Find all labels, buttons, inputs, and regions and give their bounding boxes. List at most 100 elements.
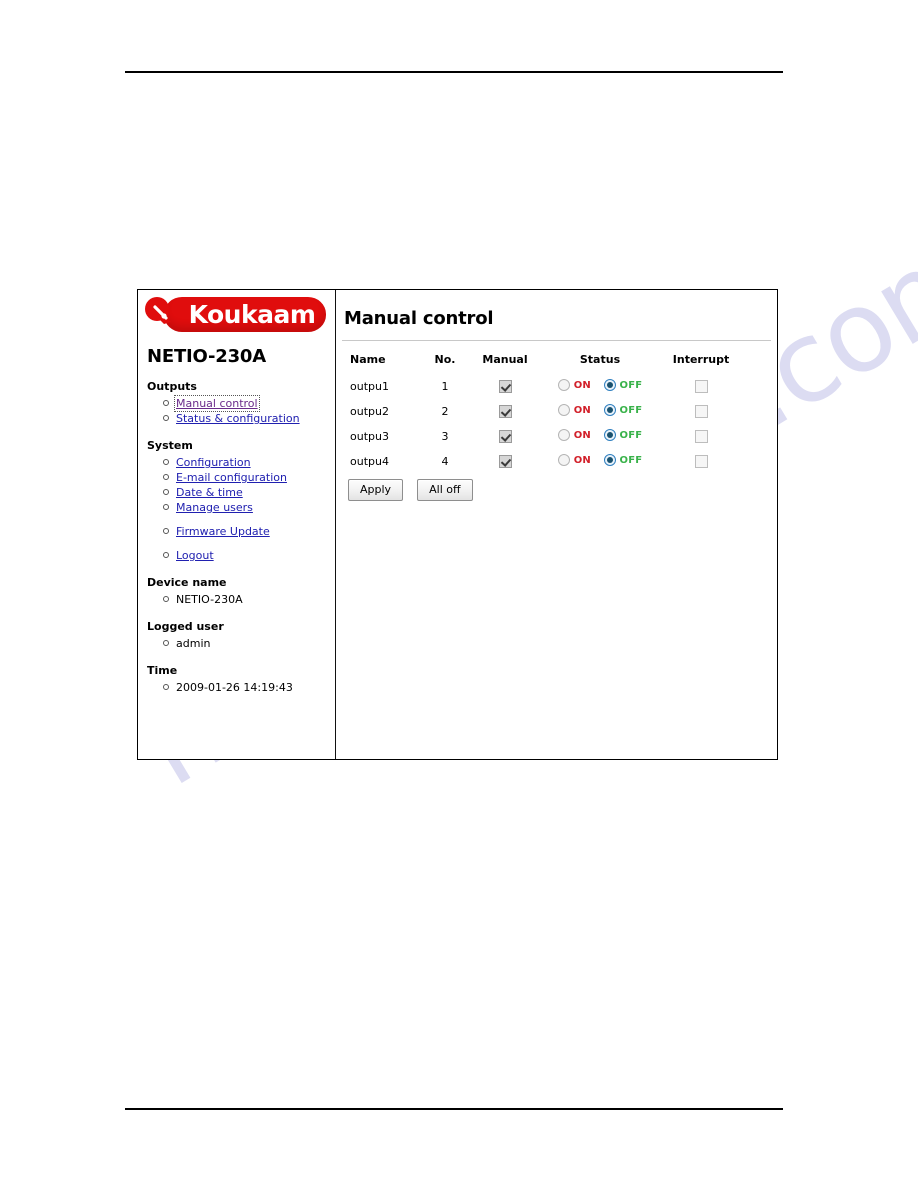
sidebar-item-configuration[interactable]: Configuration (163, 455, 335, 470)
status-off-option[interactable]: OFF (603, 454, 643, 466)
status-on-label: ON (573, 454, 591, 466)
sidebar-link-configuration[interactable]: Configuration (176, 456, 251, 469)
status-off-radio[interactable] (603, 454, 616, 466)
sidebar-link-manual-control[interactable]: Manual control (174, 395, 260, 412)
table-row: outpu1 1 ON OFF (340, 374, 744, 399)
status-on-option[interactable]: ON (557, 404, 591, 416)
interrupt-checkbox[interactable] (694, 430, 708, 444)
sidebar-link-manage-users[interactable]: Manage users (176, 501, 253, 514)
logged-user-value: admin (176, 637, 211, 650)
sidebar-item-email-configuration[interactable]: E-mail configuration (163, 470, 335, 485)
sidebar-section-device-name: Device name NETIO-230A (138, 576, 335, 607)
status-on-radio[interactable] (557, 429, 570, 441)
status-cell: ON OFF (542, 424, 658, 449)
status-on-option[interactable]: ON (557, 429, 591, 441)
interrupt-cell (658, 449, 744, 474)
bullet-icon (163, 528, 169, 534)
output-name: outpu4 (350, 455, 389, 468)
status-on-option[interactable]: ON (557, 379, 591, 391)
status-off-option[interactable]: OFF (603, 379, 643, 391)
sidebar-list-system: Configuration E-mail configuration Date … (138, 455, 335, 563)
output-number: 4 (441, 455, 449, 468)
bullet-icon (163, 684, 169, 690)
status-off-radio[interactable] (603, 404, 616, 416)
bullet-icon (163, 459, 169, 465)
output-name: outpu1 (350, 380, 389, 393)
status-on-radio[interactable] (557, 379, 570, 391)
device-name-value: NETIO-230A (176, 593, 243, 606)
output-number: 2 (441, 405, 449, 418)
bullet-icon (163, 474, 169, 480)
sidebar-item-firmware-update[interactable]: Firmware Update (163, 524, 335, 539)
status-on-option[interactable]: ON (557, 454, 591, 466)
sidebar-link-firmware-update[interactable]: Firmware Update (176, 525, 270, 538)
status-on-radio[interactable] (557, 454, 570, 466)
manual-checkbox[interactable] (498, 380, 512, 394)
title-divider (342, 340, 771, 341)
sidebar-link-logout[interactable]: Logout (176, 549, 214, 562)
sidebar-section-logged-user: Logged user admin (138, 620, 335, 651)
status-off-radio[interactable] (603, 429, 616, 441)
netio-web-interface: Koukaam NETIO-230A Outputs Manual contro… (137, 289, 778, 760)
page-title: Manual control (344, 308, 494, 329)
interrupt-checkbox[interactable] (694, 380, 708, 394)
action-buttons: Apply All off (348, 478, 777, 501)
sidebar-list-device-name: NETIO-230A (138, 592, 335, 607)
interrupt-checkbox[interactable] (694, 405, 708, 419)
page-footer-rule (125, 1108, 783, 1110)
interrupt-cell (658, 374, 744, 399)
outputs-table: Name No. Manual Status Interrupt outpu1 … (340, 349, 744, 474)
output-name: outpu3 (350, 430, 389, 443)
table-body: outpu1 1 ON OFF outpu2 2 ON OFF outpu3 3… (340, 374, 744, 474)
column-header-name: Name (350, 353, 386, 366)
status-cell: ON OFF (542, 449, 658, 474)
sidebar-item-manual-control[interactable]: Manual control (163, 395, 335, 412)
manual-cell (468, 424, 542, 449)
logo-text: Koukaam (188, 300, 316, 329)
status-on-radio[interactable] (557, 404, 570, 416)
sidebar-list-logged-user: admin (138, 636, 335, 651)
sidebar-item-time-value: 2009-01-26 14:19:43 (163, 680, 335, 695)
section-title-outputs: Outputs (147, 380, 197, 393)
status-off-radio[interactable] (603, 379, 616, 391)
column-header-interrupt: Interrupt (672, 353, 730, 366)
output-name: outpu2 (350, 405, 389, 418)
sidebar-item-status-configuration[interactable]: Status & configuration (163, 411, 335, 426)
manual-checkbox[interactable] (498, 455, 512, 469)
manual-checkbox[interactable] (498, 405, 512, 419)
bullet-icon (163, 596, 169, 602)
interrupt-checkbox[interactable] (694, 455, 708, 469)
sidebar-list-time: 2009-01-26 14:19:43 (138, 680, 335, 695)
status-off-option[interactable]: OFF (603, 429, 643, 441)
output-number: 1 (441, 380, 449, 393)
section-title-system: System (147, 439, 193, 452)
section-title-device-name: Device name (147, 576, 227, 589)
page-header-rule (125, 71, 783, 73)
bullet-icon (163, 552, 169, 558)
manual-cell (468, 399, 542, 424)
sidebar-item-device-name-value: NETIO-230A (163, 592, 335, 607)
column-header-no: No. (434, 353, 456, 366)
sidebar: Koukaam NETIO-230A Outputs Manual contro… (138, 290, 336, 759)
table-header-row: Name No. Manual Status Interrupt (340, 349, 744, 374)
bullet-icon (163, 489, 169, 495)
koukaam-comet-icon (145, 297, 171, 324)
sidebar-link-email-configuration[interactable]: E-mail configuration (176, 471, 287, 484)
status-on-label: ON (573, 429, 591, 441)
sidebar-link-status-configuration[interactable]: Status & configuration (176, 412, 300, 425)
apply-button[interactable]: Apply (348, 479, 404, 501)
sidebar-link-date-time[interactable]: Date & time (176, 486, 243, 499)
sidebar-item-date-time[interactable]: Date & time (163, 485, 335, 500)
sidebar-section-system: System Configuration E-mail configuratio… (138, 439, 335, 563)
sidebar-item-logged-user-value: admin (163, 636, 335, 651)
column-header-status: Status (579, 353, 621, 366)
koukaam-logo: Koukaam (140, 293, 335, 337)
manual-cell (468, 374, 542, 399)
section-title-logged-user: Logged user (147, 620, 224, 633)
status-off-option[interactable]: OFF (603, 404, 643, 416)
manual-checkbox[interactable] (498, 430, 512, 444)
sidebar-item-manage-users[interactable]: Manage users (163, 500, 335, 515)
sidebar-item-logout[interactable]: Logout (163, 548, 335, 563)
all-off-button[interactable]: All off (417, 479, 473, 501)
status-off-label: OFF (619, 379, 643, 391)
